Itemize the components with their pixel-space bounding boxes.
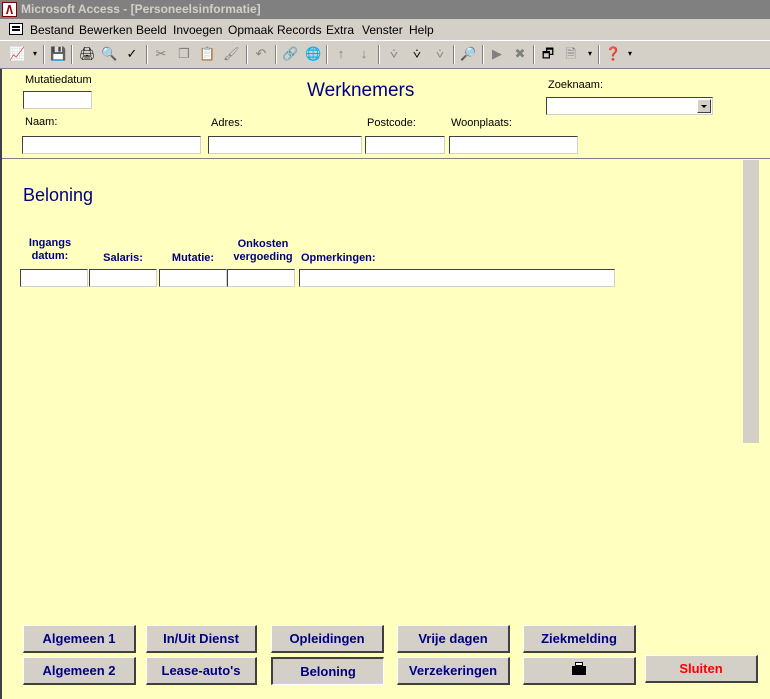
woonplaats-label: Woonplaats: bbox=[451, 117, 512, 129]
mutatie-field[interactable] bbox=[159, 269, 227, 287]
menu-beeld[interactable]: Beeld bbox=[136, 23, 167, 37]
toolbar-separator bbox=[598, 45, 600, 64]
vrije-dagen-button[interactable]: Vrije dagen bbox=[397, 625, 510, 653]
print-button[interactable] bbox=[523, 657, 636, 685]
view-icon[interactable]: 📈 bbox=[9, 46, 25, 62]
help-dropdown-icon[interactable]: ▾ bbox=[622, 46, 638, 62]
format-painter-icon[interactable]: 🖌 bbox=[223, 46, 240, 62]
verzekeringen-button[interactable]: Verzekeringen bbox=[397, 657, 510, 685]
menu-help[interactable]: Help bbox=[409, 23, 434, 37]
lease-autos-button[interactable]: Lease-auto's bbox=[146, 657, 257, 685]
col-salaris: Salaris: bbox=[103, 252, 143, 264]
toolbar-separator bbox=[378, 45, 380, 64]
mutatiedatum-field[interactable] bbox=[23, 91, 92, 109]
menu-extra[interactable]: Extra bbox=[326, 23, 354, 37]
web-toolbar-icon[interactable]: 🌐 bbox=[305, 46, 321, 62]
form-title: Werknemers bbox=[307, 80, 415, 101]
paste-icon[interactable]: 📋 bbox=[199, 46, 215, 62]
ziekmelding-button[interactable]: Ziekmelding bbox=[523, 625, 636, 653]
woonplaats-field[interactable] bbox=[449, 136, 578, 154]
toolbar-separator bbox=[533, 45, 535, 64]
onkosten-field[interactable] bbox=[227, 269, 295, 287]
title-bar: Microsoft Access - [Personeelsinformatie… bbox=[0, 0, 770, 19]
col-mutatie: Mutatie: bbox=[171, 252, 215, 264]
filter-by-selection-icon[interactable]: ⩒ bbox=[386, 46, 402, 62]
toolbar-separator bbox=[43, 45, 45, 64]
menu-venster[interactable]: Venster bbox=[362, 23, 403, 37]
menu-opmaak[interactable]: Opmaak bbox=[228, 23, 273, 37]
toolbar-separator bbox=[146, 45, 148, 64]
delete-record-icon[interactable]: ✖ bbox=[512, 46, 528, 62]
toolbar-separator bbox=[275, 45, 277, 64]
print-icon[interactable]: 🖨 bbox=[79, 46, 96, 62]
toolbar-separator bbox=[246, 45, 248, 64]
new-object-icon[interactable]: 🗎 bbox=[563, 46, 579, 62]
toolbar-separator bbox=[71, 45, 73, 64]
col-opmerkingen: Opmerkingen: bbox=[301, 252, 376, 264]
algemeen-2-button[interactable]: Algemeen 2 bbox=[23, 657, 136, 685]
menu-bestand[interactable]: Bestand bbox=[30, 23, 74, 37]
adres-field[interactable] bbox=[208, 136, 362, 154]
printer-icon bbox=[572, 662, 586, 675]
hyperlink-icon[interactable]: 🔗 bbox=[282, 46, 298, 62]
ingangsdatum-field[interactable] bbox=[20, 269, 88, 287]
toolbar-separator bbox=[482, 45, 484, 64]
database-window-icon[interactable]: 🗗 bbox=[540, 46, 556, 62]
zoeknaam-combobox[interactable] bbox=[546, 97, 713, 115]
access-icon[interactable] bbox=[2, 2, 17, 17]
naam-label: Naam: bbox=[25, 116, 58, 128]
toolbar-separator bbox=[453, 45, 455, 64]
opmerkingen-field[interactable] bbox=[299, 269, 615, 287]
algemeen-1-button[interactable]: Algemeen 1 bbox=[23, 625, 136, 653]
undo-icon[interactable]: ↶ bbox=[253, 46, 269, 62]
spelling-icon[interactable]: ✓ bbox=[124, 46, 140, 62]
copy-icon[interactable]: ❐ bbox=[176, 46, 192, 62]
toolbar-separator bbox=[326, 45, 328, 64]
postcode-label: Postcode: bbox=[367, 117, 416, 129]
window-title: Microsoft Access - [Personeelsinformatie… bbox=[21, 2, 261, 16]
chevron-down-icon[interactable] bbox=[697, 99, 711, 113]
new-record-icon[interactable]: ▶ bbox=[489, 46, 505, 62]
sort-ascending-icon[interactable]: ↑ bbox=[333, 46, 349, 62]
postcode-field[interactable] bbox=[365, 136, 445, 154]
section-title: Beloning bbox=[23, 185, 94, 205]
sluiten-button[interactable]: Sluiten bbox=[645, 655, 758, 683]
form-area: Mutatiedatum Werknemers Zoeknaam: Naam: … bbox=[0, 69, 770, 699]
col-onkosten: Onkosten vergoeding bbox=[233, 238, 293, 263]
beloning-button[interactable]: Beloning bbox=[271, 657, 384, 685]
toolbar: 📈 ▾ 💾 🖨 🔍 ✓ ✂ ❐ 📋 🖌 ↶ 🔗 🌐 ↑ ↓ ⩒ ⩒ ⩒ 🔎 ▶ … bbox=[0, 41, 770, 69]
in-uit-dienst-button[interactable]: In/Uit Dienst bbox=[146, 625, 257, 653]
cut-icon[interactable]: ✂ bbox=[153, 46, 169, 62]
adres-label: Adres: bbox=[211, 117, 243, 129]
col-ingangsdatum: Ingangs datum: bbox=[28, 237, 72, 262]
mutatiedatum-label: Mutatiedatum bbox=[25, 74, 92, 86]
vertical-scrollbar[interactable] bbox=[743, 160, 759, 443]
new-object-dropdown-icon[interactable]: ▾ bbox=[582, 46, 598, 62]
find-icon[interactable]: 🔎 bbox=[460, 46, 476, 62]
zoeknaam-label: Zoeknaam: bbox=[548, 79, 604, 91]
print-preview-icon[interactable]: 🔍 bbox=[101, 46, 117, 62]
view-dropdown-icon[interactable]: ▾ bbox=[27, 46, 43, 62]
filter-by-form-icon[interactable]: ⩒ bbox=[409, 46, 425, 62]
naam-field[interactable] bbox=[22, 136, 201, 154]
sort-descending-icon[interactable]: ↓ bbox=[356, 46, 372, 62]
document-menu-icon[interactable] bbox=[9, 23, 23, 35]
help-icon[interactable]: ❓ bbox=[605, 46, 621, 62]
opleidingen-button[interactable]: Opleidingen bbox=[271, 625, 384, 653]
salaris-field[interactable] bbox=[89, 269, 157, 287]
menu-bar: Bestand Bewerken Beeld Invoegen Opmaak R… bbox=[0, 19, 770, 41]
save-icon[interactable]: 💾 bbox=[50, 46, 66, 62]
apply-filter-icon[interactable]: ⩒ bbox=[432, 46, 448, 62]
menu-records[interactable]: Records bbox=[277, 23, 322, 37]
header-divider bbox=[2, 158, 770, 159]
menu-bewerken[interactable]: Bewerken bbox=[79, 23, 132, 37]
menu-invoegen[interactable]: Invoegen bbox=[173, 23, 222, 37]
